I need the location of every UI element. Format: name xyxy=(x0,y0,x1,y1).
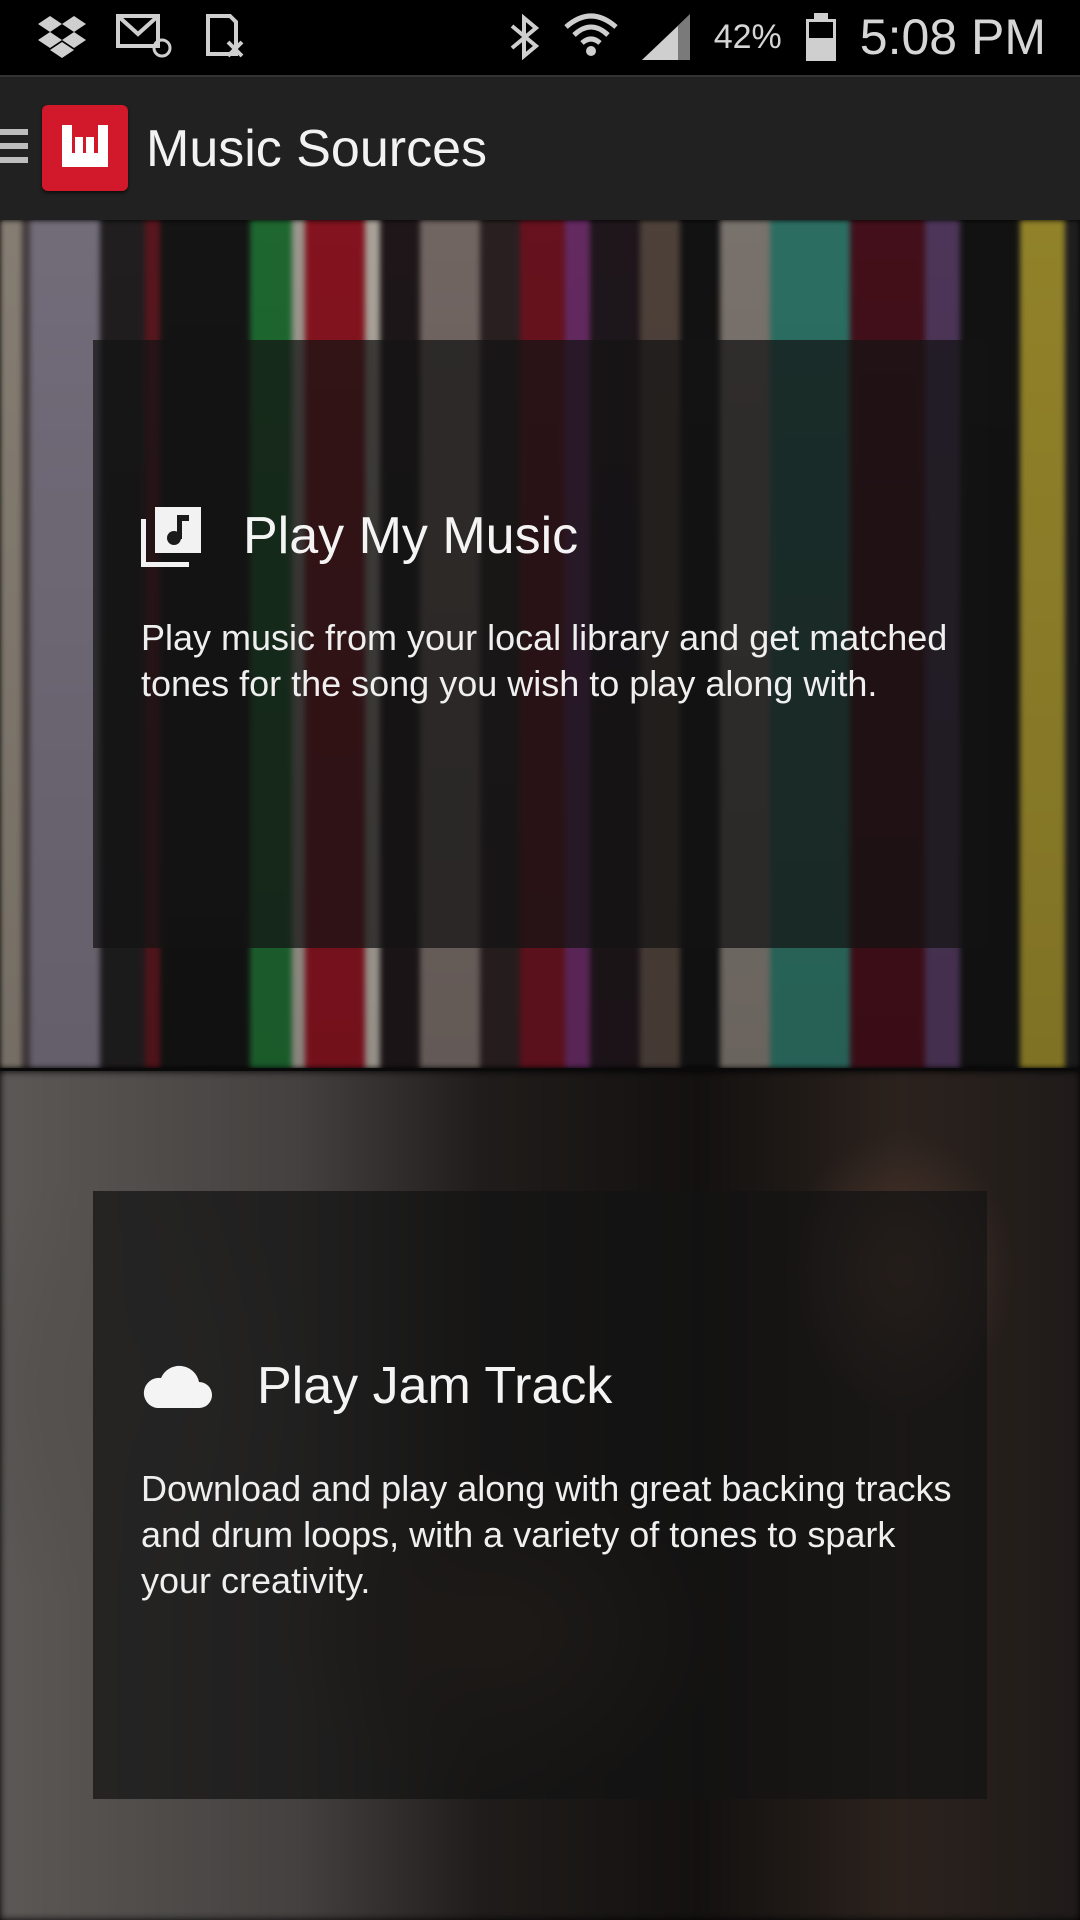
battery-percent: 42% xyxy=(713,17,782,56)
status-bar: 42% 5:08 PM xyxy=(0,0,1080,75)
status-bar-right: 42% 5:08 PM xyxy=(508,8,1046,66)
source-panel-my-music[interactable]: Play My Music Play music from your local… xyxy=(0,220,1080,1068)
status-time: 5:08 PM xyxy=(859,9,1046,65)
app-logo-icon[interactable] xyxy=(42,105,128,191)
status-bar-left xyxy=(38,14,246,58)
cloud-icon xyxy=(143,1365,212,1408)
sim-icon xyxy=(206,14,244,58)
card-header: Play My Music xyxy=(141,505,578,567)
app-bar: Music Sources xyxy=(0,75,1080,220)
wifi-icon xyxy=(564,13,618,56)
source-card-my-music[interactable]: Play My Music Play music from your local… xyxy=(93,340,987,948)
battery-icon xyxy=(805,13,836,61)
card-header: Play Jam Track xyxy=(141,1356,612,1416)
card-title: Play Jam Track xyxy=(257,1357,613,1415)
music-library-icon xyxy=(141,507,201,567)
bluetooth-icon xyxy=(510,13,539,61)
email-icon xyxy=(116,14,172,58)
page-title: Music Sources xyxy=(146,120,487,178)
signal-icon xyxy=(641,14,690,60)
source-card-jam-track[interactable]: Play Jam Track Download and play along w… xyxy=(93,1191,987,1799)
card-description: Download and play along with great backi… xyxy=(141,1468,952,1601)
hamburger-menu-icon[interactable] xyxy=(0,129,30,173)
dropbox-icon xyxy=(38,16,86,58)
card-title: Play My Music xyxy=(243,507,579,565)
source-panel-jam-track[interactable]: Play Jam Track Download and play along w… xyxy=(0,1071,1080,1920)
card-description: Play music from your local library and g… xyxy=(141,617,948,704)
